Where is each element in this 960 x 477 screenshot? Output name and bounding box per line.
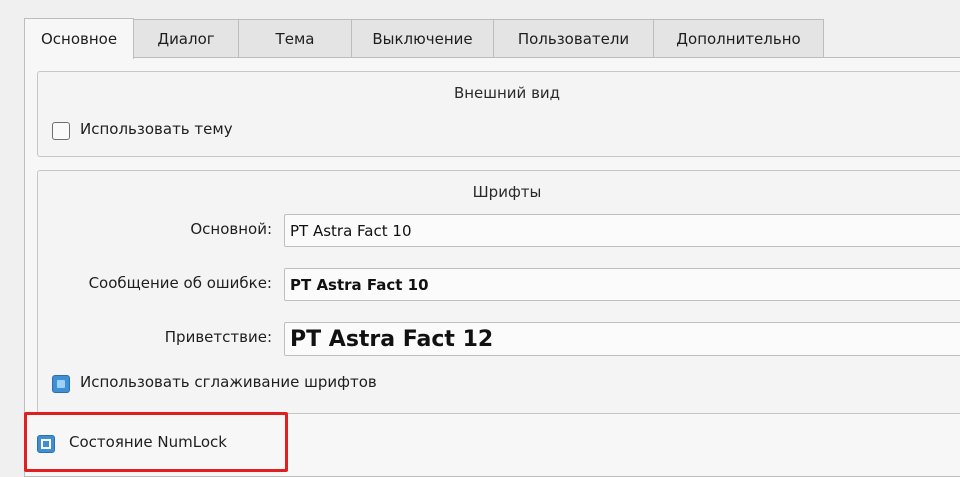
greeting-font-label: Приветствие: (164, 328, 272, 346)
tab-label: Основное (40, 30, 118, 48)
tab-bar: Основное Диалог Тема Выключение Пользова… (24, 18, 824, 59)
numlock-label: Состояние NumLock (69, 433, 227, 451)
tab-users[interactable]: Пользователи (494, 19, 654, 58)
use-theme-label: Использовать тему (80, 120, 233, 138)
tab-shutdown[interactable]: Выключение (352, 19, 494, 58)
tab-theme[interactable]: Тема (239, 19, 352, 58)
tab-basic[interactable]: Основное (24, 18, 134, 59)
error-font-value: PT Astra Fact 10 (290, 275, 429, 294)
greeting-font-value: PT Astra Fact 12 (290, 326, 494, 352)
tab-label: Дополнительно (676, 29, 801, 48)
error-font-field[interactable]: PT Astra Fact 10 (284, 268, 960, 301)
greeting-font-field[interactable]: PT Astra Fact 12 (284, 322, 960, 356)
appearance-group: Внешний вид Использовать тему (37, 71, 960, 157)
tab-label: Выключение (372, 29, 473, 48)
tab-label: Диалог (157, 29, 215, 48)
tab-advanced[interactable]: Дополнительно (654, 19, 824, 58)
tab-dialog[interactable]: Диалог (134, 19, 239, 58)
tab-label: Пользователи (517, 29, 630, 48)
fonts-group-title: Шрифты (472, 183, 542, 201)
tab-label: Тема (275, 29, 315, 48)
appearance-group-title: Внешний вид (453, 84, 561, 102)
fonts-group: Шрифты Основной: PT Astra Fact 10 Сообще… (37, 170, 960, 414)
antialias-checkbox[interactable] (52, 375, 70, 393)
error-font-label: Сообщение об ошибке: (88, 274, 272, 292)
use-theme-checkbox[interactable] (52, 122, 70, 140)
main-font-label: Основной: (190, 220, 272, 238)
numlock-checkbox[interactable] (37, 435, 55, 453)
antialias-label: Использовать сглаживание шрифтов (80, 373, 377, 391)
main-font-field[interactable]: PT Astra Fact 10 (284, 214, 960, 247)
main-font-value: PT Astra Fact 10 (290, 221, 412, 240)
tab-panel-basic: Внешний вид Использовать тему Шрифты Осн… (24, 57, 960, 477)
